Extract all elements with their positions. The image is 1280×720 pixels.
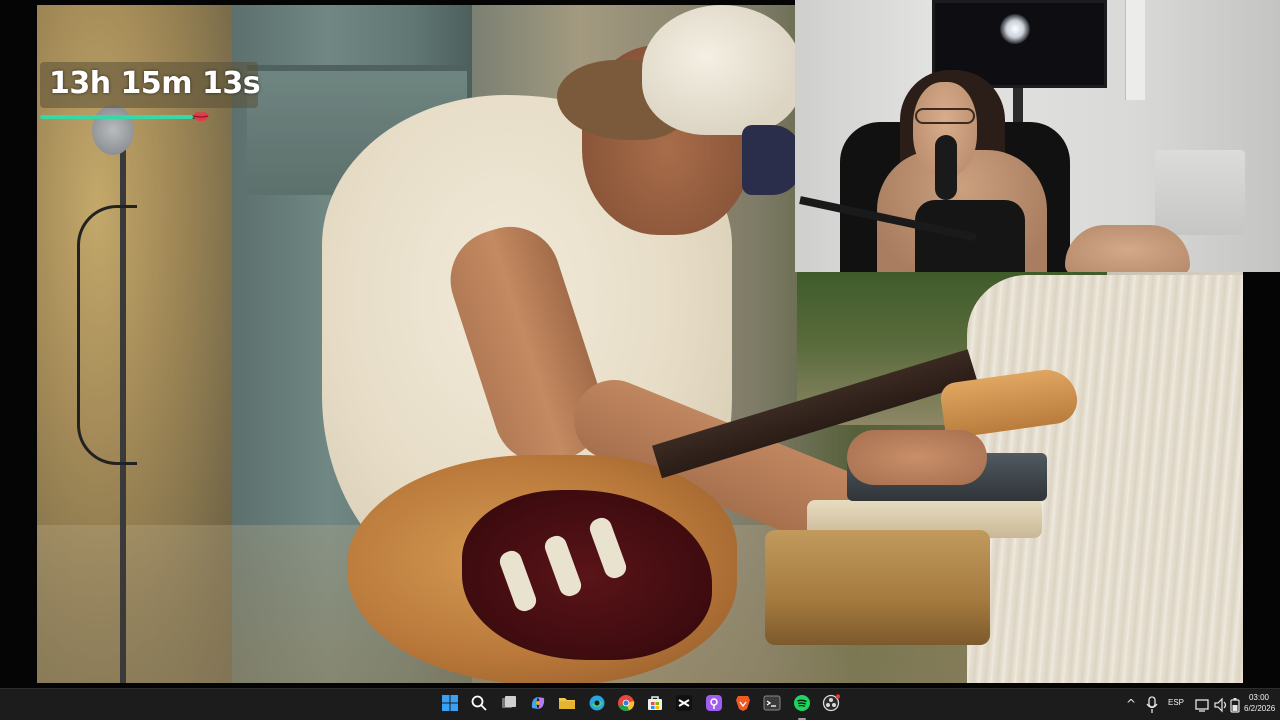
webcam-glasses (915, 108, 975, 124)
chrome-button[interactable] (615, 694, 637, 716)
podcast-icon (705, 694, 723, 716)
video-guitarist-cap (642, 5, 802, 135)
subathon-timer-track (40, 115, 205, 119)
task-view-icon (500, 694, 518, 716)
folder-icon (558, 694, 576, 716)
terminal-button[interactable] (761, 694, 783, 716)
webcam-storage-box (1155, 150, 1245, 235)
brave-icon (734, 694, 752, 716)
webcam-tv-glow (1000, 14, 1030, 44)
webcam-door (1125, 0, 1145, 100)
spotify-button[interactable] (791, 694, 813, 720)
webcam-streamer-leg (1065, 225, 1190, 272)
copilot-icon (529, 694, 547, 716)
copilot-button[interactable] (527, 694, 549, 716)
clock-time: 03:00 (1248, 693, 1270, 702)
search-button[interactable] (468, 694, 490, 716)
windows-icon (441, 694, 459, 716)
lips-icon (193, 112, 209, 122)
brave-button[interactable] (732, 694, 754, 716)
speaker-icon[interactable] (1214, 697, 1228, 713)
subathon-timer-progress-bar (40, 115, 194, 119)
desktop-screen: 13h 15m 13s (0, 0, 1280, 688)
video-guitar-case (765, 530, 990, 645)
task-view-button[interactable] (498, 694, 520, 716)
edge-icon (588, 694, 606, 716)
start-button[interactable] (439, 694, 461, 716)
microphone-icon[interactable] (1145, 696, 1159, 714)
video-microphone (92, 105, 134, 155)
search-icon (470, 694, 488, 716)
keyboard-language-indicator[interactable]: ESP (1168, 698, 1184, 707)
system-clock[interactable]: 03:00 6/2/2026 (1244, 692, 1276, 714)
windows-taskbar: ^ ESP 03:00 6/2/2026 (0, 688, 1280, 720)
store-icon (646, 694, 664, 716)
webcam-microphone (935, 135, 957, 200)
capcut-button[interactable] (673, 694, 695, 716)
subathon-timer-text: 13h 15m 13s (49, 66, 261, 101)
edge-button[interactable] (586, 694, 608, 716)
capcut-icon (675, 694, 693, 716)
battery-icon[interactable] (1230, 697, 1240, 713)
obs-button[interactable] (820, 694, 842, 716)
video-cap-brim (742, 125, 802, 195)
spotify-icon (793, 694, 811, 716)
streamer-webcam (795, 0, 1280, 272)
network-icon[interactable] (1195, 697, 1211, 713)
file-explorer-button[interactable] (556, 694, 578, 716)
clock-date: 6/2/2026 (1244, 704, 1276, 713)
podcast-app-button[interactable] (703, 694, 725, 716)
store-button[interactable] (644, 694, 666, 716)
video-guitarist-hand (847, 430, 987, 485)
terminal-icon (763, 694, 781, 716)
obs-icon (822, 694, 841, 716)
chrome-icon (617, 694, 635, 716)
chevron-up-icon[interactable]: ^ (1124, 697, 1138, 711)
video-mic-cable (77, 205, 137, 465)
